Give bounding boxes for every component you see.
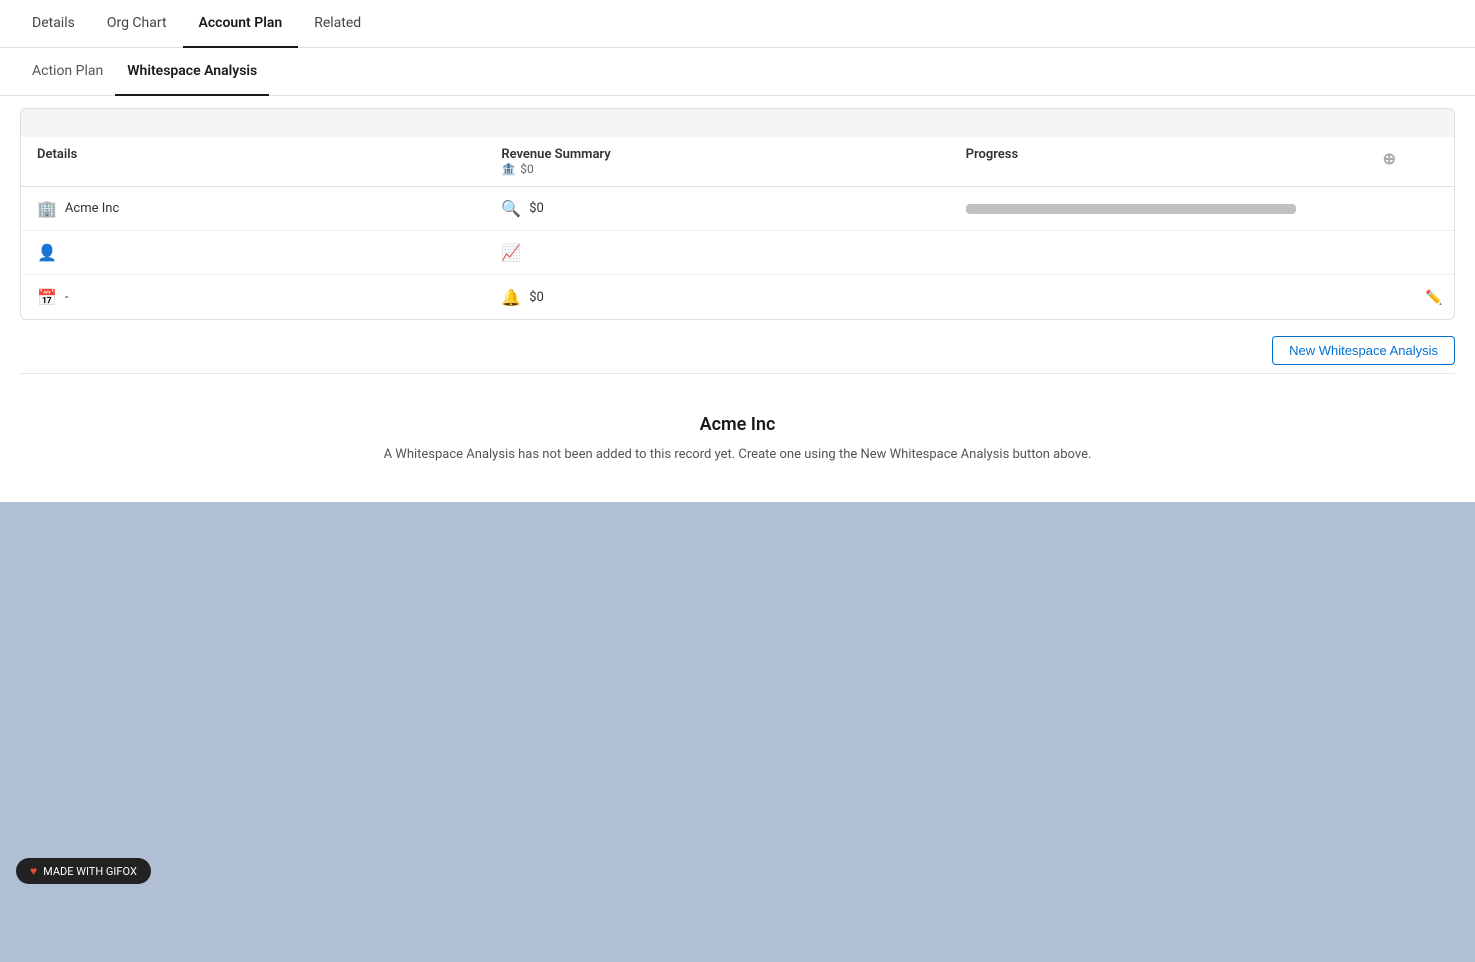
- actions-cell-1: [1414, 201, 1454, 217]
- progress-bar-fill: [966, 204, 1296, 214]
- new-whitespace-analysis-button[interactable]: New Whitespace Analysis: [1272, 336, 1455, 365]
- background-area: [0, 502, 1475, 962]
- details-cell-1: 🏢 Acme Inc: [21, 189, 485, 228]
- revenue-cell-2: 📈: [485, 233, 949, 272]
- gifox-badge: ♥ MADE WITH GIFOX: [16, 858, 151, 884]
- sub-tab-whitespace-analysis[interactable]: Whitespace Analysis: [115, 48, 269, 96]
- bank-icon: 🏦: [501, 162, 516, 176]
- progress-cell-2: [950, 243, 1414, 263]
- col-header-revenue: Revenue Summary 🏦 $0: [485, 137, 949, 186]
- details-cell-3: 📅 -: [21, 278, 485, 317]
- empty-state-message: A Whitespace Analysis has not been added…: [40, 447, 1435, 462]
- revenue-sub-label: 🏦 $0: [501, 162, 933, 176]
- heart-icon: ♥: [30, 864, 37, 878]
- search-icon: 🔍: [501, 199, 521, 218]
- building-icon: 🏢: [37, 199, 57, 218]
- tab-account-plan[interactable]: Account Plan: [183, 0, 299, 48]
- trend-icon: 📈: [501, 243, 521, 262]
- table-gray-header: [21, 109, 1454, 137]
- progress-cell-3: [950, 287, 1414, 307]
- sub-tab-action-plan[interactable]: Action Plan: [20, 48, 115, 96]
- tab-details[interactable]: Details: [16, 0, 91, 48]
- progress-bar-bg: [966, 204, 1296, 214]
- top-navigation: Details Org Chart Account Plan Related: [0, 0, 1475, 48]
- actions-cell-3: ✏️: [1414, 277, 1454, 318]
- revenue-cell-3: 🔔 $0: [485, 278, 949, 317]
- main-content: Action Plan Whitespace Analysis Details …: [0, 48, 1475, 502]
- calendar-icon: 📅: [37, 288, 57, 307]
- content-panel: Details Revenue Summary 🏦 $0 Progress ⊕: [0, 96, 1475, 502]
- revenue-cell-1: 🔍 $0: [485, 189, 949, 228]
- table-row: 👤 📈: [21, 231, 1454, 275]
- col-header-details: Details: [21, 137, 485, 186]
- revenue-value-3: $0: [529, 290, 544, 305]
- whitespace-table: Details Revenue Summary 🏦 $0 Progress ⊕: [20, 108, 1455, 320]
- empty-state: Acme Inc A Whitespace Analysis has not b…: [20, 394, 1455, 482]
- table-row: 🏢 Acme Inc 🔍 $0: [21, 187, 1454, 231]
- actions-cell-2: [1414, 245, 1454, 261]
- col-header-actions: [1414, 137, 1454, 186]
- col-header-progress: Progress ⊕: [950, 137, 1414, 186]
- table-row: 📅 - 🔔 $0 ✏️: [21, 275, 1454, 319]
- revenue-value-1: $0: [529, 201, 544, 216]
- tab-org-chart[interactable]: Org Chart: [91, 0, 183, 48]
- account-name: Acme Inc: [65, 201, 119, 216]
- notification-icon: 🔔: [501, 288, 521, 307]
- progress-cell-1: [950, 194, 1414, 224]
- expand-icon[interactable]: ⊕: [1381, 147, 1398, 170]
- table-column-headers: Details Revenue Summary 🏦 $0 Progress ⊕: [21, 137, 1454, 187]
- sub-tabs: Action Plan Whitespace Analysis: [0, 48, 1475, 96]
- edit-button[interactable]: ✏️: [1421, 285, 1446, 310]
- tab-related[interactable]: Related: [298, 0, 377, 48]
- date-value: -: [65, 290, 69, 305]
- empty-state-title: Acme Inc: [40, 414, 1435, 435]
- divider: [20, 373, 1455, 374]
- details-cell-2: 👤: [21, 233, 485, 272]
- new-ws-button-row: New Whitespace Analysis: [20, 336, 1455, 365]
- person-icon: 👤: [37, 243, 57, 262]
